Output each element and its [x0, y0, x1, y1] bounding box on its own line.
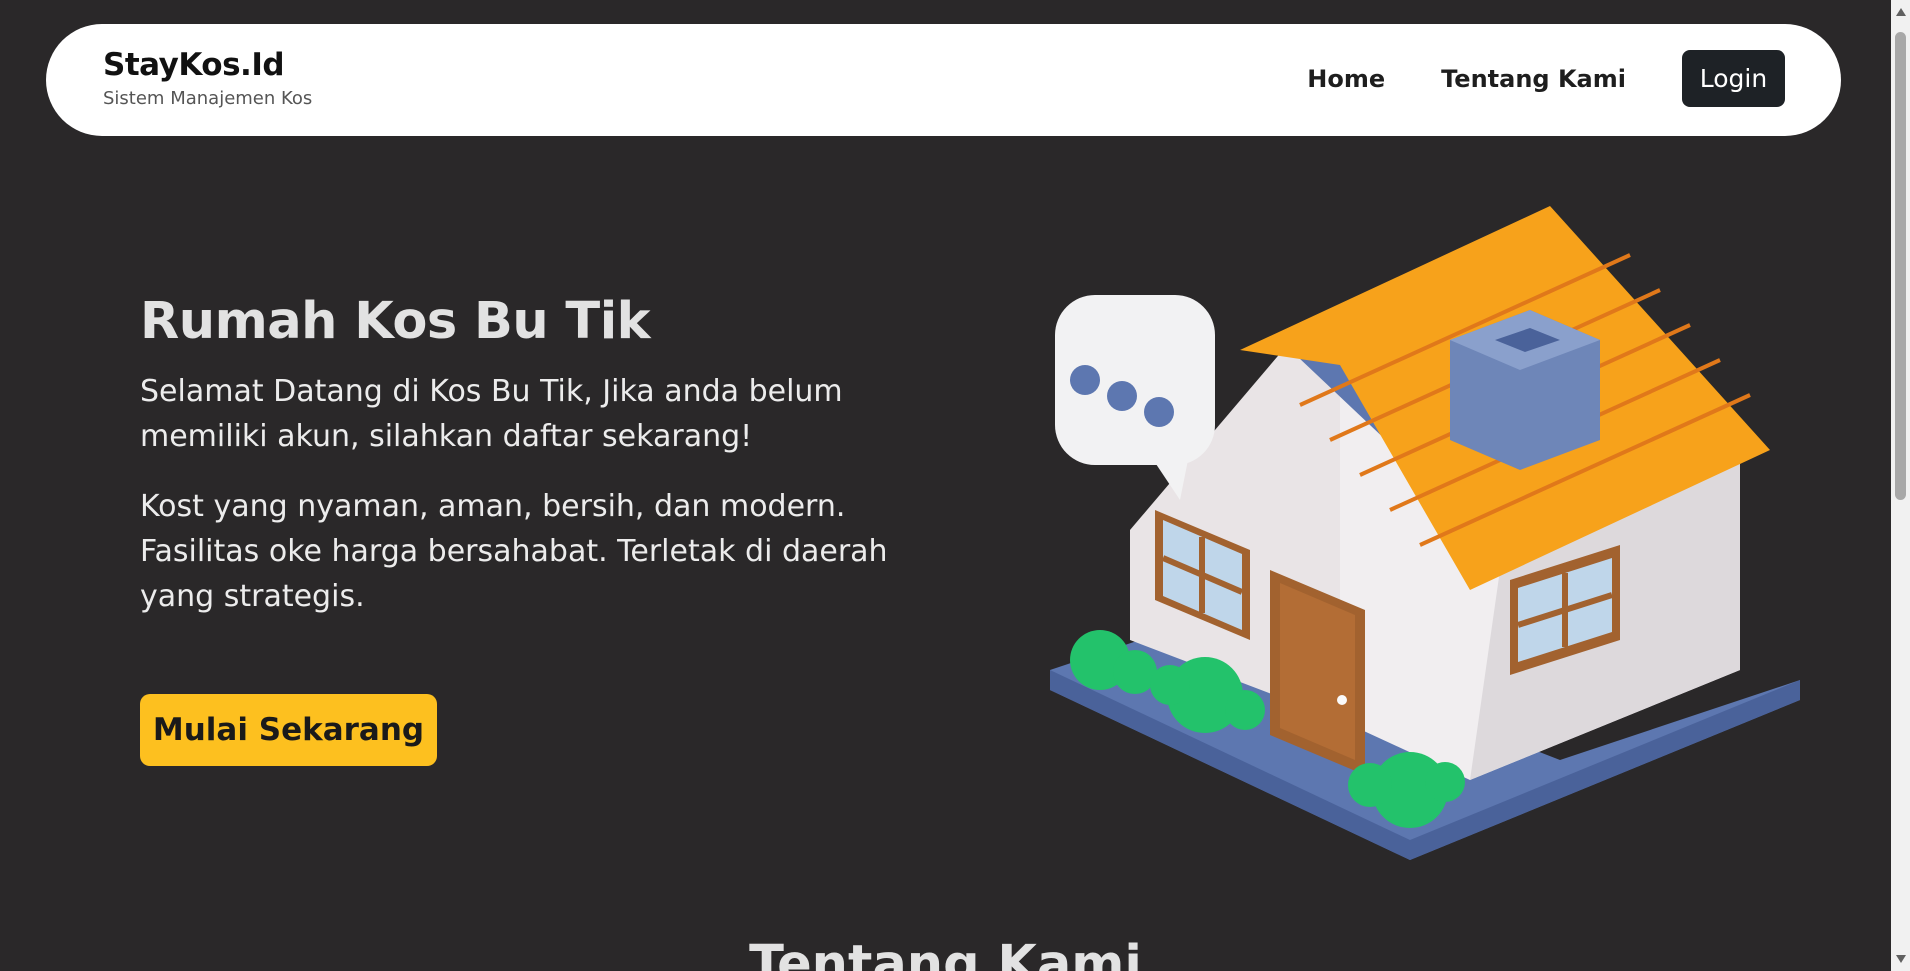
- navbar: StayKos.Id Sistem Manajemen Kos Home Ten…: [46, 24, 1841, 136]
- hero-text: Rumah Kos Bu Tik Selamat Datang di Kos B…: [140, 292, 940, 644]
- hero-welcome-text: Selamat Datang di Kos Bu Tik, Jika anda …: [140, 374, 843, 454]
- about-section-title: Tentang Kami: [749, 935, 1142, 971]
- nav-links: Home Tentang Kami Login: [1307, 50, 1785, 107]
- hero-description-text: Kost yang nyaman, aman, bersih, dan mode…: [140, 489, 888, 614]
- brand[interactable]: StayKos.Id Sistem Manajemen Kos: [103, 48, 312, 109]
- scroll-down-icon[interactable]: [1896, 955, 1906, 963]
- house-icon: [1040, 200, 1800, 870]
- hero-title: Rumah Kos Bu Tik: [140, 292, 651, 351]
- login-button[interactable]: Login: [1682, 50, 1785, 107]
- brand-subtitle: Sistem Manajemen Kos: [103, 88, 313, 110]
- scrollbar[interactable]: [1891, 0, 1910, 971]
- page: StayKos.Id Sistem Manajemen Kos Home Ten…: [0, 0, 1891, 971]
- scroll-up-icon[interactable]: [1896, 8, 1906, 16]
- brand-title: StayKos.Id: [103, 47, 285, 83]
- nav-about-link[interactable]: Tentang Kami: [1441, 65, 1626, 93]
- nav-home-link[interactable]: Home: [1307, 65, 1385, 93]
- start-now-button[interactable]: Mulai Sekarang: [140, 694, 437, 766]
- scrollbar-thumb[interactable]: [1895, 32, 1906, 500]
